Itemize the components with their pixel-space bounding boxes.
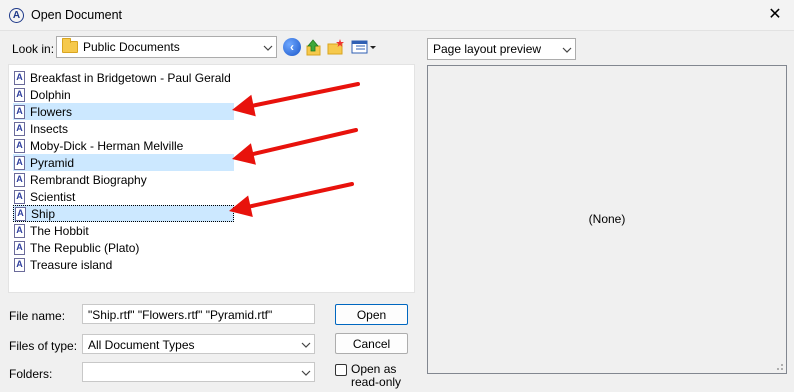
preview-pane: (None): [427, 65, 787, 374]
chevron-down-icon: [301, 342, 311, 348]
window-title: Open Document: [31, 8, 123, 22]
preview-mode-value: Page layout preview: [433, 42, 542, 56]
back-icon[interactable]: ‹: [283, 38, 301, 56]
up-one-level-icon[interactable]: [304, 38, 322, 56]
cancel-button[interactable]: Cancel: [335, 333, 408, 354]
chevron-down-icon: [263, 45, 273, 51]
open-button[interactable]: Open: [335, 304, 408, 325]
document-icon: A: [14, 138, 25, 153]
document-icon: A: [14, 172, 25, 187]
document-icon: A: [14, 155, 25, 170]
file-item[interactable]: A Ship: [13, 205, 234, 222]
file-name: Pyramid: [30, 155, 75, 170]
file-item[interactable]: A Breakfast in Bridgetown - Paul Gerald: [13, 69, 234, 86]
document-icon: A: [14, 104, 25, 119]
look-in-label: Look in:: [12, 42, 55, 56]
file-name: Breakfast in Bridgetown - Paul Gerald: [30, 70, 231, 85]
file-name: Dolphin: [30, 87, 71, 102]
resize-grip-icon[interactable]: [774, 361, 784, 371]
document-icon: A: [14, 70, 25, 85]
chevron-down-icon: [562, 47, 572, 53]
file-name-label: File name:: [9, 309, 66, 323]
file-item[interactable]: A Pyramid: [13, 154, 234, 171]
file-item[interactable]: A Moby-Dick - Herman Melville: [13, 137, 234, 154]
file-name: The Hobbit: [30, 223, 89, 238]
file-item[interactable]: A Treasure island: [13, 256, 234, 273]
document-icon: A: [14, 223, 25, 238]
file-name: Ship: [31, 206, 56, 221]
file-item[interactable]: A The Republic (Plato): [13, 239, 234, 256]
file-item[interactable]: A Dolphin: [13, 86, 234, 103]
document-icon: A: [14, 121, 25, 136]
file-name: Treasure island: [30, 257, 113, 272]
document-icon: A: [14, 240, 25, 255]
file-item[interactable]: A Scientist: [13, 188, 234, 205]
files-of-type-label: Files of type:: [9, 339, 78, 353]
file-item[interactable]: A The Hobbit: [13, 222, 234, 239]
look-in-dropdown[interactable]: Public Documents: [56, 36, 277, 58]
read-only-checkbox[interactable]: [335, 364, 347, 376]
file-item[interactable]: A Rembrandt Biography: [13, 171, 234, 188]
new-folder-icon[interactable]: [327, 38, 345, 56]
look-in-value: Public Documents: [83, 40, 180, 54]
document-icon: A: [14, 257, 25, 272]
file-name: Rembrandt Biography: [30, 172, 147, 187]
preview-none-text: (None): [588, 212, 626, 226]
read-only-label: Open as read-only: [351, 362, 402, 389]
close-button[interactable]: ✕: [764, 5, 786, 25]
app-icon: A: [9, 8, 24, 23]
files-of-type-dropdown[interactable]: All Document Types: [82, 334, 315, 354]
document-icon: A: [14, 189, 25, 204]
file-name: Flowers: [30, 104, 73, 119]
files-of-type-value: All Document Types: [88, 338, 195, 352]
file-name-value: "Ship.rtf" "Flowers.rtf" "Pyramid.rtf": [88, 308, 273, 322]
document-icon: A: [15, 206, 26, 221]
preview-mode-dropdown[interactable]: Page layout preview: [427, 38, 576, 60]
folders-dropdown[interactable]: [82, 362, 315, 382]
document-icon: A: [14, 87, 25, 102]
file-name: Insects: [30, 121, 69, 136]
file-name: Scientist: [30, 189, 76, 204]
title-bar: A Open Document ✕: [0, 0, 794, 31]
chevron-down-icon: [301, 370, 311, 376]
file-list[interactable]: A Breakfast in Bridgetown - Paul Gerald A D…: [8, 64, 415, 293]
folder-icon: [62, 38, 78, 53]
file-name: The Republic (Plato): [30, 240, 140, 255]
view-menu-icon[interactable]: [351, 38, 377, 56]
file-name: Moby-Dick - Herman Melville: [30, 138, 184, 153]
file-name-input[interactable]: "Ship.rtf" "Flowers.rtf" "Pyramid.rtf": [82, 304, 315, 324]
file-item[interactable]: A Flowers: [13, 103, 234, 120]
file-item[interactable]: A Insects: [13, 120, 234, 137]
folders-label: Folders:: [9, 367, 53, 381]
